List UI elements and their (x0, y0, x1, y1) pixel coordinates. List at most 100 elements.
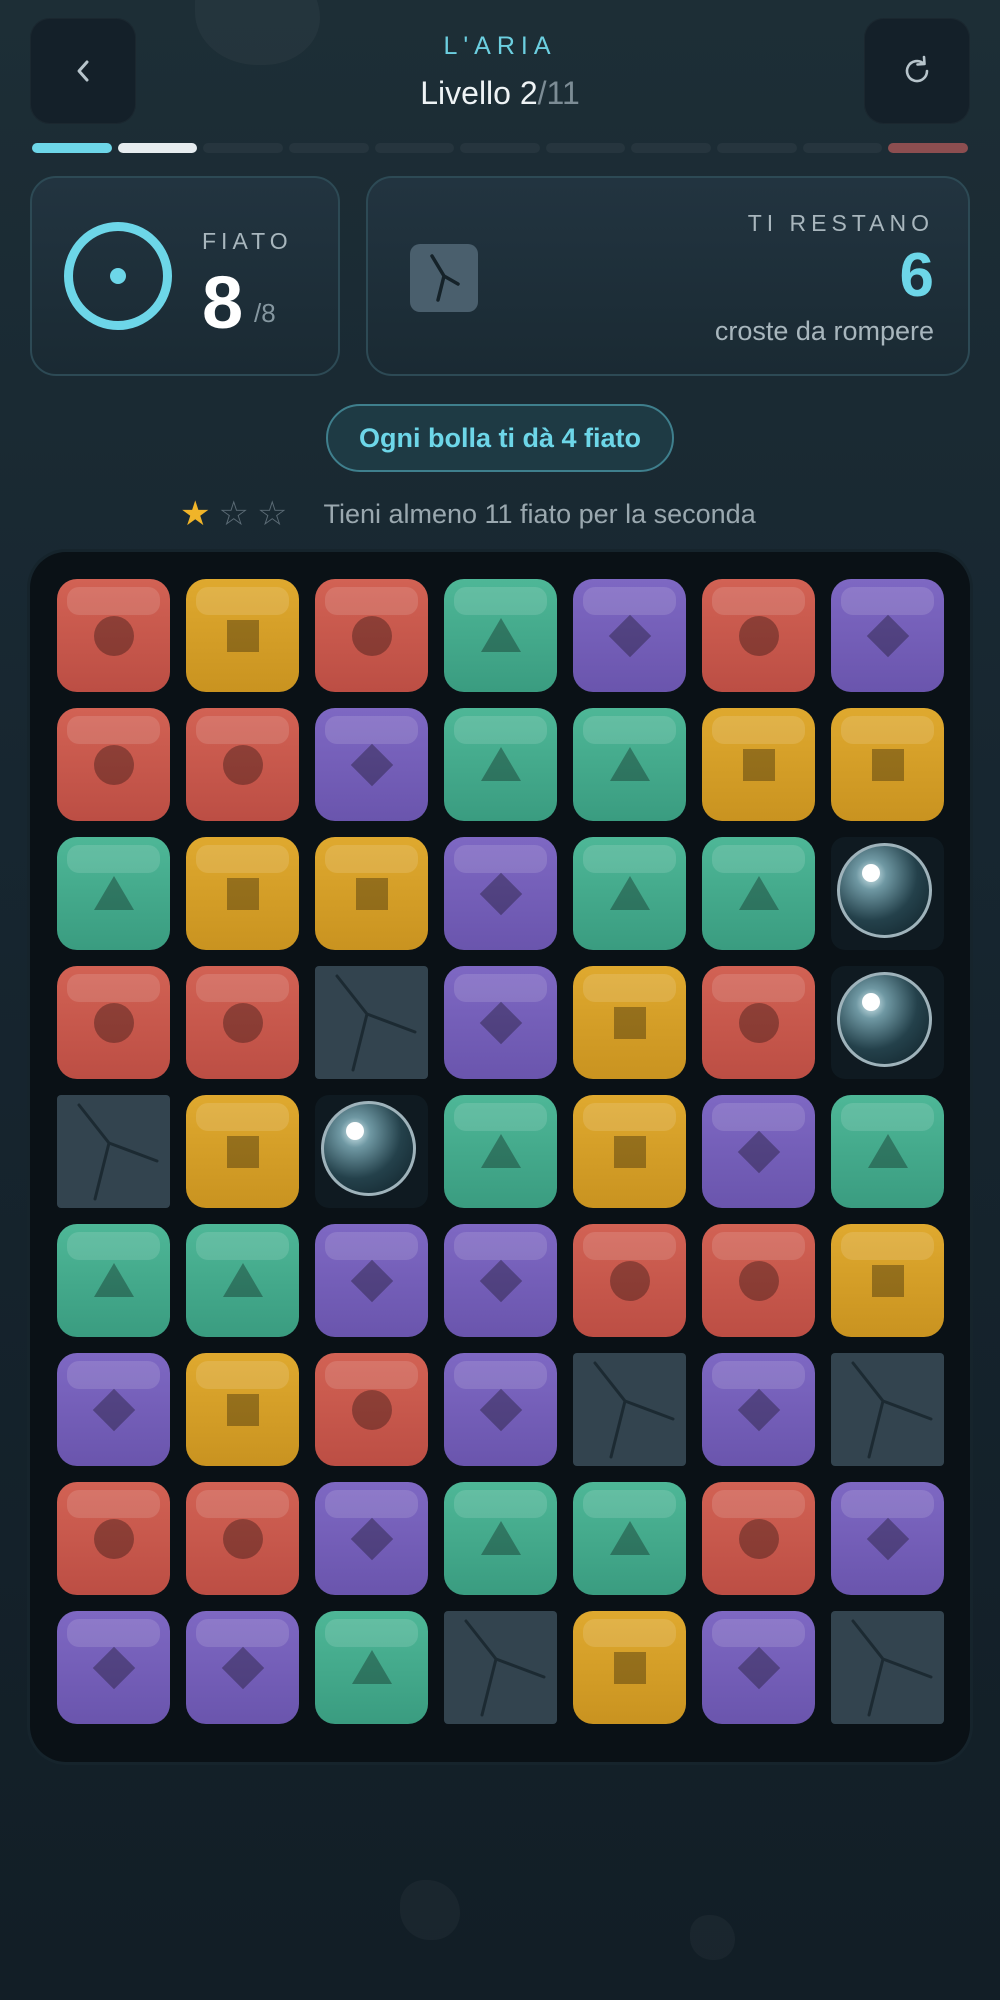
remaining-card: TI RESTANO 6 croste da rompere (366, 176, 970, 376)
background-blob (400, 1880, 460, 1940)
level-indicator: Livello 2/11 (0, 75, 1000, 112)
breath-value: 8 (202, 261, 244, 344)
red-circle-gem[interactable] (186, 1482, 299, 1595)
star-icon: ★ (180, 495, 211, 533)
progress-segment (460, 143, 540, 153)
red-circle-gem[interactable] (186, 708, 299, 821)
crust-tile[interactable] (831, 1611, 944, 1724)
green-triangle-gem[interactable] (444, 708, 557, 821)
breath-max: /8 (254, 298, 276, 328)
red-circle-gem[interactable] (315, 579, 428, 692)
red-circle-gem[interactable] (315, 1353, 428, 1466)
bubble-tile[interactable] (315, 1095, 428, 1208)
crust-tile[interactable] (831, 1353, 944, 1466)
red-circle-gem[interactable] (573, 1224, 686, 1337)
yellow-square-gem[interactable] (702, 708, 815, 821)
green-triangle-gem[interactable] (573, 1482, 686, 1595)
green-triangle-gem[interactable] (702, 837, 815, 950)
yellow-square-gem[interactable] (186, 837, 299, 950)
purple-diamond-gem[interactable] (315, 1482, 428, 1595)
yellow-square-gem[interactable] (831, 1224, 944, 1337)
red-circle-gem[interactable] (702, 966, 815, 1079)
level-label: Livello 2 (420, 75, 538, 111)
level-header: L'ARIA Livello 2/11 (0, 32, 1000, 112)
red-circle-gem[interactable] (702, 1482, 815, 1595)
red-circle-gem[interactable] (702, 1224, 815, 1337)
purple-diamond-gem[interactable] (702, 1095, 815, 1208)
crust-tile[interactable] (573, 1353, 686, 1466)
breath-label: FIATO (202, 228, 293, 254)
progress-segment (374, 143, 455, 153)
remaining-label: TI RESTANO (747, 210, 934, 236)
crust-tile[interactable] (315, 966, 428, 1079)
level-progress-bar (32, 143, 969, 153)
green-triangle-gem[interactable] (57, 1224, 170, 1337)
crust-icon (410, 244, 478, 312)
green-triangle-gem[interactable] (573, 708, 686, 821)
progress-segment (631, 143, 712, 153)
progress-segment (32, 143, 112, 153)
star-goal-text: Tieni almeno 11 fiato per la seconda (323, 498, 756, 529)
breath-card: FIATO 8 /8 (30, 176, 340, 376)
progress-segment (117, 143, 198, 153)
purple-diamond-gem[interactable] (444, 966, 557, 1079)
yellow-square-gem[interactable] (186, 1353, 299, 1466)
level-total: /11 (537, 75, 580, 111)
green-triangle-gem[interactable] (186, 1224, 299, 1337)
yellow-square-gem[interactable] (186, 579, 299, 692)
green-triangle-gem[interactable] (444, 579, 557, 692)
crust-tile[interactable] (57, 1095, 170, 1208)
remaining-subtitle: croste da rompere (714, 316, 934, 346)
restart-icon (905, 55, 929, 83)
purple-diamond-gem[interactable] (831, 1482, 944, 1595)
bubble-tile[interactable] (831, 966, 944, 1079)
progress-segment (545, 143, 626, 153)
progress-segment (888, 143, 969, 153)
progress-segment (288, 143, 369, 153)
progress-segment (203, 143, 283, 153)
progress-segment (717, 143, 797, 153)
purple-diamond-gem[interactable] (702, 1353, 815, 1466)
green-triangle-gem[interactable] (573, 837, 686, 950)
yellow-square-gem[interactable] (573, 966, 686, 1079)
green-triangle-gem[interactable] (831, 1095, 944, 1208)
red-circle-gem[interactable] (57, 579, 170, 692)
yellow-square-gem[interactable] (573, 1611, 686, 1724)
purple-diamond-gem[interactable] (444, 837, 557, 950)
green-triangle-gem[interactable] (444, 1095, 557, 1208)
background-blob (690, 1915, 735, 1960)
red-circle-gem[interactable] (57, 708, 170, 821)
green-triangle-gem[interactable] (444, 1482, 557, 1595)
purple-diamond-gem[interactable] (444, 1353, 557, 1466)
red-circle-gem[interactable] (702, 579, 815, 692)
purple-diamond-gem[interactable] (315, 708, 428, 821)
red-circle-gem[interactable] (57, 966, 170, 1079)
star-goal: ★ ☆ ☆ Tieni almeno 11 fiato per la secon… (180, 497, 756, 531)
bubble-tile[interactable] (831, 837, 944, 950)
purple-diamond-gem[interactable] (186, 1611, 299, 1724)
green-triangle-gem[interactable] (57, 837, 170, 950)
purple-diamond-gem[interactable] (57, 1611, 170, 1724)
bubble-hint-badge: Ogni bolla ti dà 4 fiato (326, 404, 674, 472)
star-outline-icon: ☆ (218, 495, 249, 533)
green-triangle-gem[interactable] (315, 1611, 428, 1724)
world-title: L'ARIA (443, 32, 557, 60)
purple-diamond-gem[interactable] (573, 579, 686, 692)
yellow-square-gem[interactable] (186, 1095, 299, 1208)
red-circle-gem[interactable] (57, 1482, 170, 1595)
purple-diamond-gem[interactable] (831, 579, 944, 692)
purple-diamond-gem[interactable] (444, 1224, 557, 1337)
purple-diamond-gem[interactable] (702, 1611, 815, 1724)
yellow-square-gem[interactable] (573, 1095, 686, 1208)
purple-diamond-gem[interactable] (57, 1353, 170, 1466)
red-circle-gem[interactable] (186, 966, 299, 1079)
purple-diamond-gem[interactable] (315, 1224, 428, 1337)
crust-tile[interactable] (444, 1611, 557, 1724)
progress-segment (802, 143, 883, 153)
breath-ring-icon (64, 222, 172, 330)
yellow-square-gem[interactable] (315, 837, 428, 950)
star-outline-icon: ☆ (256, 495, 288, 533)
yellow-square-gem[interactable] (831, 708, 944, 821)
restart-button[interactable] (864, 18, 970, 124)
game-board (30, 552, 970, 1762)
